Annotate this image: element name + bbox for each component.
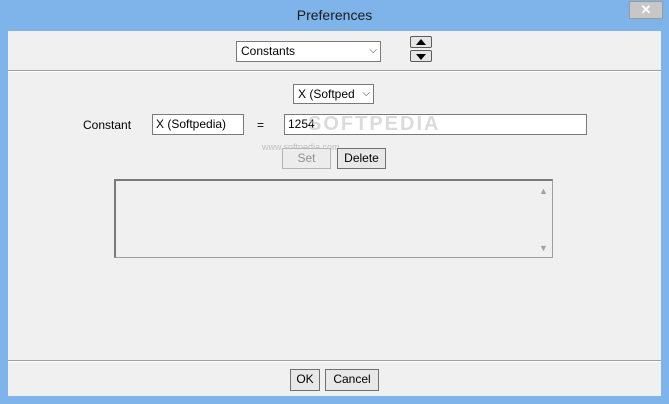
triangle-down-icon — [416, 54, 426, 60]
constants-list[interactable]: ▲ ▼ — [114, 179, 553, 258]
spinner-down-button[interactable] — [410, 50, 432, 62]
set-button[interactable]: Set — [282, 148, 331, 169]
constant-label: Constant — [83, 118, 132, 132]
cancel-button[interactable]: Cancel — [325, 369, 379, 391]
category-select[interactable]: Constants ⌵ — [236, 41, 381, 62]
close-button[interactable]: ✕ — [629, 1, 663, 19]
constant-name-value: X (Softpedia) — [156, 117, 227, 131]
scroll-up-icon[interactable]: ▲ — [539, 186, 548, 196]
close-icon: ✕ — [640, 2, 652, 17]
softpedia-watermark: SOFTPEDIA — [308, 113, 441, 135]
title-bar[interactable]: Preferences ✕ — [0, 0, 669, 31]
equals-sign: = — [257, 118, 265, 132]
client-area: Constants ⌵ X (Softped ⌵ Constant X (Sof… — [8, 31, 661, 396]
preferences-window: Preferences ✕ Constants ⌵ X (Softped ⌵ C… — [0, 0, 669, 404]
spinner-up-button[interactable] — [410, 36, 432, 48]
constant-select[interactable]: X (Softped ⌵ — [293, 84, 374, 104]
separator-bottom-highlight — [8, 361, 661, 362]
category-spinner — [410, 36, 432, 63]
separator-top-highlight — [8, 71, 661, 72]
constant-name-field[interactable]: X (Softpedia) — [152, 114, 244, 135]
ok-button[interactable]: OK — [290, 369, 320, 391]
chevron-down-icon: ⌵ — [369, 45, 377, 56]
window-title: Preferences — [296, 7, 373, 23]
constants-list-scrollbar[interactable]: ▲ ▼ — [535, 181, 552, 257]
triangle-up-icon — [416, 39, 426, 45]
category-select-value: Constants — [241, 44, 296, 58]
constant-select-value: X (Softped — [298, 87, 355, 101]
delete-button[interactable]: Delete — [337, 148, 386, 169]
scroll-down-icon[interactable]: ▼ — [539, 243, 548, 253]
chevron-down-icon: ⌵ — [362, 88, 370, 99]
